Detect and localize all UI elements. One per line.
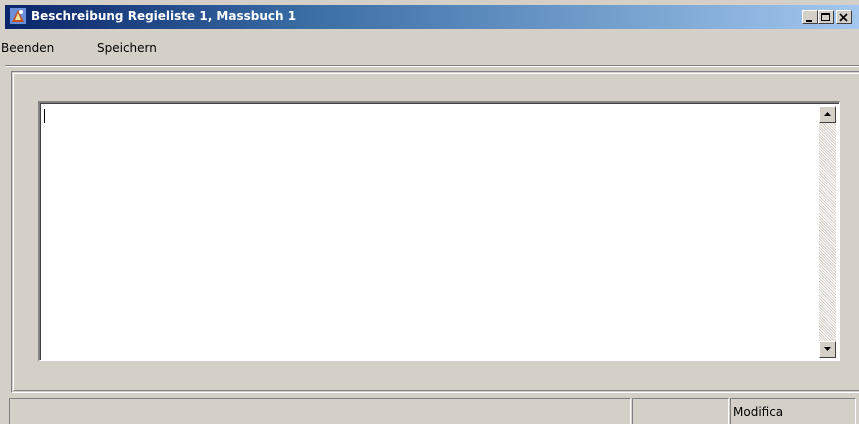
menu-item-beenden[interactable]: Beenden bbox=[1, 41, 54, 55]
maximize-button[interactable] bbox=[818, 10, 834, 24]
scroll-down-button[interactable] bbox=[819, 341, 836, 358]
arrow-up-icon bbox=[824, 112, 831, 116]
status-panel-middle bbox=[632, 398, 729, 424]
app-icon bbox=[10, 8, 26, 24]
close-button[interactable] bbox=[836, 10, 852, 24]
description-textarea[interactable] bbox=[38, 101, 840, 361]
menu-separator bbox=[5, 65, 859, 67]
arrow-down-icon bbox=[824, 347, 831, 351]
minimize-icon bbox=[806, 20, 812, 22]
menu-item-speichern[interactable]: Speichern bbox=[97, 41, 157, 55]
status-panel-main bbox=[9, 398, 631, 424]
scroll-up-button[interactable] bbox=[819, 106, 836, 123]
app-window: Beschreibung Regieliste 1, Massbuch 1 Be… bbox=[0, 0, 859, 424]
text-caret bbox=[44, 109, 45, 123]
close-icon bbox=[839, 13, 848, 22]
status-bar: Modifica bbox=[5, 398, 859, 424]
maximize-icon bbox=[821, 13, 830, 21]
vertical-scrollbar[interactable] bbox=[819, 106, 836, 358]
title-bar[interactable]: Beschreibung Regieliste 1, Massbuch 1 bbox=[5, 5, 859, 29]
status-panel-mode: Modifica bbox=[730, 398, 856, 424]
status-mode-text: Modifica bbox=[733, 405, 784, 419]
window-title: Beschreibung Regieliste 1, Massbuch 1 bbox=[31, 9, 297, 23]
menu-bar: Beenden Speichern bbox=[1, 37, 859, 57]
minimize-button[interactable] bbox=[802, 10, 818, 24]
